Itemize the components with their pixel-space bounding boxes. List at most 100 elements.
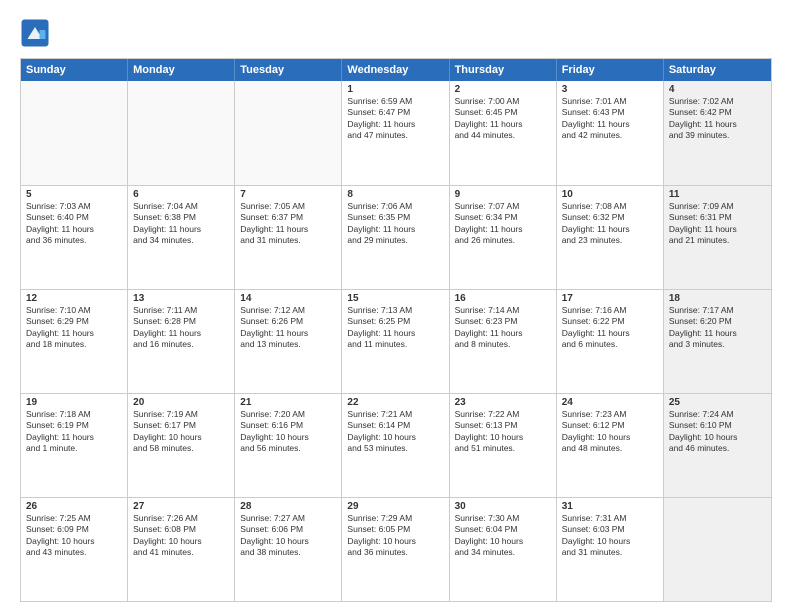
- calendar-header-cell: Wednesday: [342, 59, 449, 81]
- day-number: 28: [240, 501, 336, 512]
- day-number: 20: [133, 397, 229, 408]
- day-number: 19: [26, 397, 122, 408]
- logo-icon: [20, 18, 50, 48]
- day-number: 25: [669, 397, 766, 408]
- calendar-cell: 16Sunrise: 7:14 AM Sunset: 6:23 PM Dayli…: [450, 290, 557, 393]
- day-number: 10: [562, 189, 658, 200]
- day-number: 31: [562, 501, 658, 512]
- day-info: Sunrise: 7:00 AM Sunset: 6:45 PM Dayligh…: [455, 96, 551, 142]
- calendar-cell: [21, 81, 128, 185]
- calendar-cell: 2Sunrise: 7:00 AM Sunset: 6:45 PM Daylig…: [450, 81, 557, 185]
- calendar-cell: 1Sunrise: 6:59 AM Sunset: 6:47 PM Daylig…: [342, 81, 449, 185]
- calendar-cell: 3Sunrise: 7:01 AM Sunset: 6:43 PM Daylig…: [557, 81, 664, 185]
- calendar-cell: 22Sunrise: 7:21 AM Sunset: 6:14 PM Dayli…: [342, 394, 449, 497]
- day-info: Sunrise: 7:26 AM Sunset: 6:08 PM Dayligh…: [133, 513, 229, 559]
- calendar-header-cell: Thursday: [450, 59, 557, 81]
- day-number: 16: [455, 293, 551, 304]
- day-number: 23: [455, 397, 551, 408]
- day-number: 29: [347, 501, 443, 512]
- day-info: Sunrise: 7:16 AM Sunset: 6:22 PM Dayligh…: [562, 305, 658, 351]
- day-number: 27: [133, 501, 229, 512]
- day-info: Sunrise: 7:01 AM Sunset: 6:43 PM Dayligh…: [562, 96, 658, 142]
- day-number: 14: [240, 293, 336, 304]
- day-info: Sunrise: 7:24 AM Sunset: 6:10 PM Dayligh…: [669, 409, 766, 455]
- day-info: Sunrise: 7:18 AM Sunset: 6:19 PM Dayligh…: [26, 409, 122, 455]
- header: [20, 18, 772, 48]
- day-info: Sunrise: 7:30 AM Sunset: 6:04 PM Dayligh…: [455, 513, 551, 559]
- day-number: 2: [455, 84, 551, 95]
- day-info: Sunrise: 7:19 AM Sunset: 6:17 PM Dayligh…: [133, 409, 229, 455]
- day-info: Sunrise: 7:20 AM Sunset: 6:16 PM Dayligh…: [240, 409, 336, 455]
- day-number: 22: [347, 397, 443, 408]
- day-info: Sunrise: 7:27 AM Sunset: 6:06 PM Dayligh…: [240, 513, 336, 559]
- calendar-cell: 17Sunrise: 7:16 AM Sunset: 6:22 PM Dayli…: [557, 290, 664, 393]
- day-info: Sunrise: 7:02 AM Sunset: 6:42 PM Dayligh…: [669, 96, 766, 142]
- calendar-cell: 7Sunrise: 7:05 AM Sunset: 6:37 PM Daylig…: [235, 186, 342, 289]
- calendar-cell: 25Sunrise: 7:24 AM Sunset: 6:10 PM Dayli…: [664, 394, 771, 497]
- logo: [20, 18, 54, 48]
- day-number: 6: [133, 189, 229, 200]
- calendar-cell: 12Sunrise: 7:10 AM Sunset: 6:29 PM Dayli…: [21, 290, 128, 393]
- day-number: 5: [26, 189, 122, 200]
- day-number: 30: [455, 501, 551, 512]
- calendar-cell: 21Sunrise: 7:20 AM Sunset: 6:16 PM Dayli…: [235, 394, 342, 497]
- day-number: 15: [347, 293, 443, 304]
- calendar-header-cell: Saturday: [664, 59, 771, 81]
- calendar-cell: 20Sunrise: 7:19 AM Sunset: 6:17 PM Dayli…: [128, 394, 235, 497]
- calendar-cell: 30Sunrise: 7:30 AM Sunset: 6:04 PM Dayli…: [450, 498, 557, 601]
- calendar-cell: 6Sunrise: 7:04 AM Sunset: 6:38 PM Daylig…: [128, 186, 235, 289]
- day-info: Sunrise: 7:31 AM Sunset: 6:03 PM Dayligh…: [562, 513, 658, 559]
- calendar-header: SundayMondayTuesdayWednesdayThursdayFrid…: [21, 59, 771, 81]
- calendar-cell: 29Sunrise: 7:29 AM Sunset: 6:05 PM Dayli…: [342, 498, 449, 601]
- day-info: Sunrise: 7:05 AM Sunset: 6:37 PM Dayligh…: [240, 201, 336, 247]
- calendar-cell: 11Sunrise: 7:09 AM Sunset: 6:31 PM Dayli…: [664, 186, 771, 289]
- day-info: Sunrise: 7:14 AM Sunset: 6:23 PM Dayligh…: [455, 305, 551, 351]
- calendar-cell: [128, 81, 235, 185]
- day-number: 12: [26, 293, 122, 304]
- calendar-header-cell: Monday: [128, 59, 235, 81]
- calendar: SundayMondayTuesdayWednesdayThursdayFrid…: [20, 58, 772, 602]
- calendar-cell: 23Sunrise: 7:22 AM Sunset: 6:13 PM Dayli…: [450, 394, 557, 497]
- calendar-cell: 8Sunrise: 7:06 AM Sunset: 6:35 PM Daylig…: [342, 186, 449, 289]
- calendar-cell: 24Sunrise: 7:23 AM Sunset: 6:12 PM Dayli…: [557, 394, 664, 497]
- calendar-header-cell: Sunday: [21, 59, 128, 81]
- page: SundayMondayTuesdayWednesdayThursdayFrid…: [0, 0, 792, 612]
- calendar-cell: 9Sunrise: 7:07 AM Sunset: 6:34 PM Daylig…: [450, 186, 557, 289]
- day-info: Sunrise: 6:59 AM Sunset: 6:47 PM Dayligh…: [347, 96, 443, 142]
- calendar-cell: 31Sunrise: 7:31 AM Sunset: 6:03 PM Dayli…: [557, 498, 664, 601]
- day-info: Sunrise: 7:22 AM Sunset: 6:13 PM Dayligh…: [455, 409, 551, 455]
- day-number: 3: [562, 84, 658, 95]
- day-number: 21: [240, 397, 336, 408]
- day-info: Sunrise: 7:23 AM Sunset: 6:12 PM Dayligh…: [562, 409, 658, 455]
- day-info: Sunrise: 7:09 AM Sunset: 6:31 PM Dayligh…: [669, 201, 766, 247]
- calendar-cell: [235, 81, 342, 185]
- day-info: Sunrise: 7:11 AM Sunset: 6:28 PM Dayligh…: [133, 305, 229, 351]
- day-number: 8: [347, 189, 443, 200]
- calendar-cell: 18Sunrise: 7:17 AM Sunset: 6:20 PM Dayli…: [664, 290, 771, 393]
- calendar-cell: 27Sunrise: 7:26 AM Sunset: 6:08 PM Dayli…: [128, 498, 235, 601]
- day-number: 18: [669, 293, 766, 304]
- day-info: Sunrise: 7:03 AM Sunset: 6:40 PM Dayligh…: [26, 201, 122, 247]
- day-info: Sunrise: 7:08 AM Sunset: 6:32 PM Dayligh…: [562, 201, 658, 247]
- calendar-row: 12Sunrise: 7:10 AM Sunset: 6:29 PM Dayli…: [21, 289, 771, 393]
- calendar-row: 19Sunrise: 7:18 AM Sunset: 6:19 PM Dayli…: [21, 393, 771, 497]
- day-number: 24: [562, 397, 658, 408]
- day-info: Sunrise: 7:29 AM Sunset: 6:05 PM Dayligh…: [347, 513, 443, 559]
- calendar-cell: 28Sunrise: 7:27 AM Sunset: 6:06 PM Dayli…: [235, 498, 342, 601]
- day-number: 11: [669, 189, 766, 200]
- calendar-row: 26Sunrise: 7:25 AM Sunset: 6:09 PM Dayli…: [21, 497, 771, 601]
- calendar-cell: 5Sunrise: 7:03 AM Sunset: 6:40 PM Daylig…: [21, 186, 128, 289]
- day-info: Sunrise: 7:13 AM Sunset: 6:25 PM Dayligh…: [347, 305, 443, 351]
- calendar-cell: 4Sunrise: 7:02 AM Sunset: 6:42 PM Daylig…: [664, 81, 771, 185]
- calendar-cell: 15Sunrise: 7:13 AM Sunset: 6:25 PM Dayli…: [342, 290, 449, 393]
- day-number: 17: [562, 293, 658, 304]
- calendar-header-cell: Friday: [557, 59, 664, 81]
- calendar-row: 5Sunrise: 7:03 AM Sunset: 6:40 PM Daylig…: [21, 185, 771, 289]
- day-info: Sunrise: 7:06 AM Sunset: 6:35 PM Dayligh…: [347, 201, 443, 247]
- day-info: Sunrise: 7:04 AM Sunset: 6:38 PM Dayligh…: [133, 201, 229, 247]
- calendar-cell: 10Sunrise: 7:08 AM Sunset: 6:32 PM Dayli…: [557, 186, 664, 289]
- day-info: Sunrise: 7:10 AM Sunset: 6:29 PM Dayligh…: [26, 305, 122, 351]
- calendar-cell: 19Sunrise: 7:18 AM Sunset: 6:19 PM Dayli…: [21, 394, 128, 497]
- day-number: 13: [133, 293, 229, 304]
- calendar-body: 1Sunrise: 6:59 AM Sunset: 6:47 PM Daylig…: [21, 81, 771, 601]
